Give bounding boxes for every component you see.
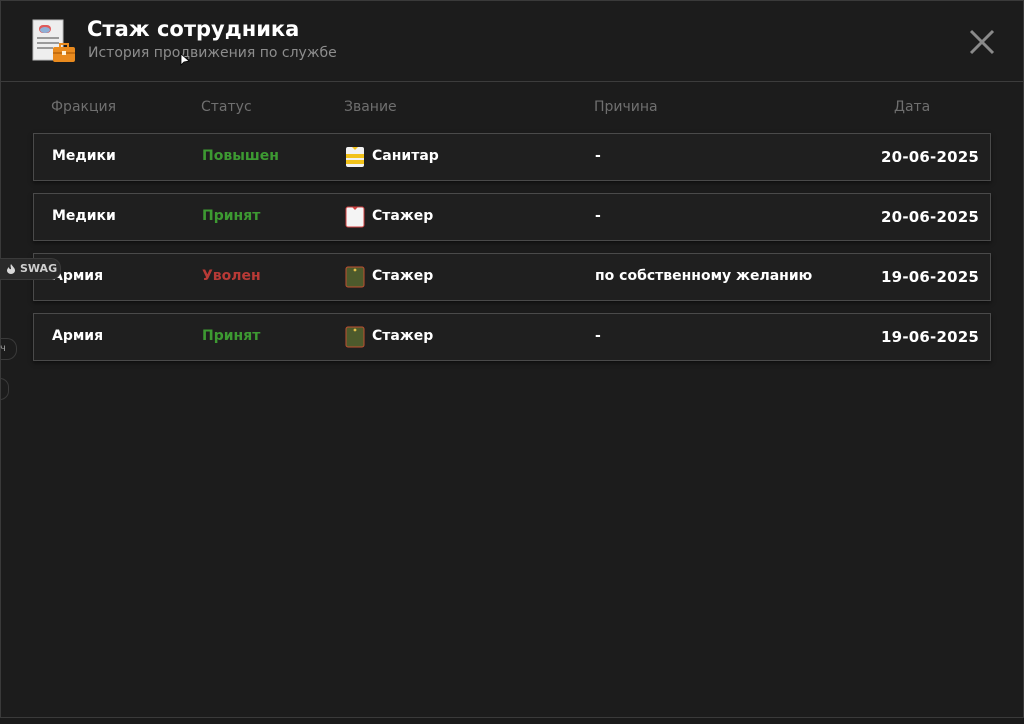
date-cell: 19-06-2025 (881, 328, 979, 346)
rank-cell: Стажер (372, 208, 434, 224)
date-cell: 20-06-2025 (881, 148, 979, 166)
rank-cell: Стажер (372, 268, 434, 284)
window-header: Стаж сотрудника История продвижения по с… (1, 1, 1023, 82)
flame-icon (7, 264, 15, 274)
table-row: Медики Принят Стажер - 20-06-2025 (33, 193, 991, 241)
date-cell: 19-06-2025 (881, 268, 979, 286)
faction-cell: Медики (52, 148, 116, 164)
reason-cell: - (595, 328, 601, 344)
status-cell: Принят (202, 328, 261, 344)
table-row: Армия Уволен Стажер по собственному жела… (33, 253, 991, 301)
army-rank-green-icon (345, 266, 365, 288)
seniority-window: Стаж сотрудника История продвижения по с… (0, 0, 1024, 718)
faction-cell: Медики (52, 208, 116, 224)
reason-cell: по собственному желанию (595, 268, 813, 284)
status-cell: Повышен (202, 148, 279, 164)
page-title: Стаж сотрудника (87, 17, 300, 41)
medic-rank-yellow-icon (346, 147, 364, 167)
rank-cell: Стажер (372, 328, 434, 344)
employee-document-icon (32, 19, 75, 62)
reason-cell: - (595, 208, 601, 224)
mouse-cursor-icon (180, 53, 190, 66)
column-header-date: Дата (894, 99, 931, 115)
date-cell: 20-06-2025 (881, 208, 979, 226)
army-rank-green-icon (345, 326, 365, 348)
column-header-status: Статус (201, 99, 252, 115)
page-subtitle: История продвижения по службе (88, 45, 337, 61)
table-row: Армия Принят Стажер - 19-06-2025 (33, 313, 991, 361)
swag-badge[interactable]: SWAG (0, 258, 61, 280)
column-header-faction: Фракция (51, 99, 117, 115)
table-row: Медики Повышен Санитар - 20-06-2025 (33, 133, 991, 181)
faction-cell: Армия (52, 328, 104, 344)
close-icon[interactable] (967, 28, 997, 56)
column-header-reason: Причина (594, 99, 658, 115)
column-header-rank: Звание (344, 99, 397, 115)
medic-rank-white-icon (345, 206, 365, 228)
swag-label: SWAG (20, 262, 58, 275)
status-cell: Принят (202, 208, 261, 224)
rank-cell: Санитар (372, 148, 439, 164)
status-cell: Уволен (202, 268, 261, 284)
reason-cell: - (595, 148, 601, 164)
